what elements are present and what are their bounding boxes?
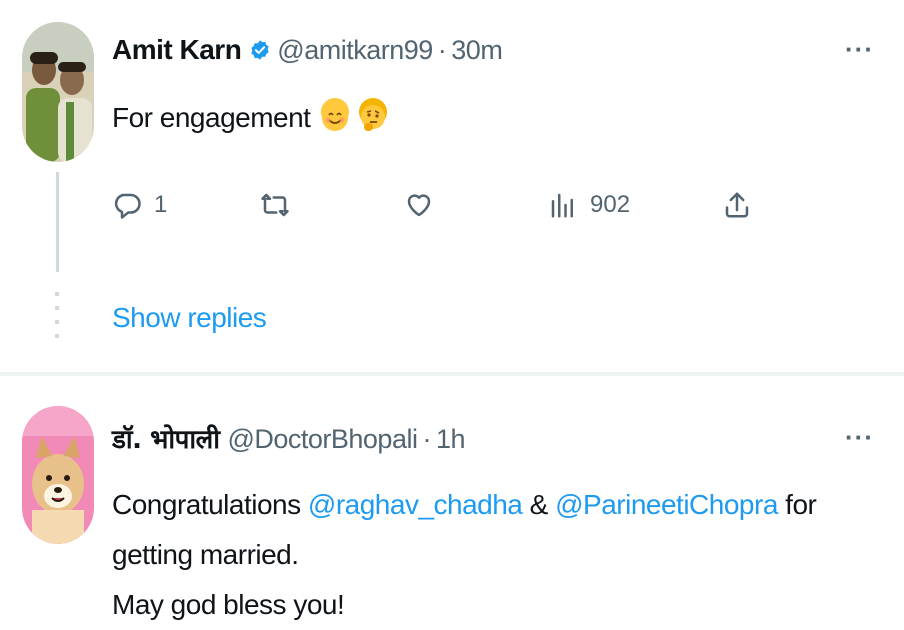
avatar-photo	[22, 406, 94, 544]
tweet-text: For engagement	[112, 93, 892, 143]
timestamp[interactable]: 1h	[436, 424, 466, 455]
retweet-button[interactable]	[260, 190, 302, 220]
display-name[interactable]: डॉ. भोपाली	[112, 420, 220, 456]
tweet-text-part: May god bless you!	[112, 589, 345, 620]
mention-link[interactable]: @raghav_chadha	[308, 489, 523, 520]
tweet-amit-karn[interactable]: Amit Karn @amitkarn99 · 30m ··· For enga…	[0, 0, 904, 372]
more-options-icon[interactable]: ···	[845, 34, 874, 65]
avatar[interactable]	[22, 22, 94, 162]
reply-count: 1	[154, 191, 168, 218]
views-button[interactable]: 902	[548, 190, 630, 220]
tweet-doctor-bhopali[interactable]: डॉ. भोपाली @DoctorBhopali · 1h ··· Congr…	[0, 376, 904, 620]
separator-dot: ·	[437, 35, 447, 65]
tweet-text-part: Congratulations	[112, 489, 308, 520]
tweet-header: Amit Karn @amitkarn99 · 30m	[112, 34, 503, 66]
show-replies-link[interactable]: Show replies	[112, 302, 267, 334]
thinking-face-icon	[359, 98, 388, 131]
views-count: 902	[590, 191, 631, 218]
share-button[interactable]	[722, 190, 752, 220]
reply-icon	[114, 193, 141, 219]
reply-button[interactable]: 1	[112, 190, 167, 220]
thread-dots	[55, 292, 59, 342]
smiling-face-icon	[320, 98, 349, 131]
like-button[interactable]	[404, 190, 446, 220]
display-name[interactable]: Amit Karn	[112, 34, 242, 66]
share-icon	[725, 192, 749, 218]
separator-dot: ·	[422, 424, 431, 454]
retweet-icon	[261, 193, 289, 217]
tweet-text-part: &	[522, 489, 556, 520]
heart-icon	[407, 194, 431, 217]
more-options-icon[interactable]: ···	[845, 422, 874, 453]
views-icon	[551, 193, 573, 218]
timestamp[interactable]: 30m	[451, 35, 503, 66]
user-handle[interactable]: @amitkarn99	[277, 35, 433, 66]
mention-link[interactable]: @ParineetiChopra	[555, 489, 778, 520]
tweet-actions: 1 902	[112, 190, 772, 230]
avatar-photo	[22, 22, 94, 162]
avatar[interactable]	[22, 406, 94, 544]
verified-badge-icon	[249, 39, 271, 61]
tweet-header: डॉ. भोपाली @DoctorBhopali · 1h	[112, 420, 466, 456]
tweet-text: Congratulations @raghav_chadha & @Parine…	[112, 480, 892, 630]
thread-line	[56, 172, 59, 272]
user-handle[interactable]: @DoctorBhopali	[227, 424, 418, 455]
tweet-text-content: For engagement	[112, 102, 311, 133]
